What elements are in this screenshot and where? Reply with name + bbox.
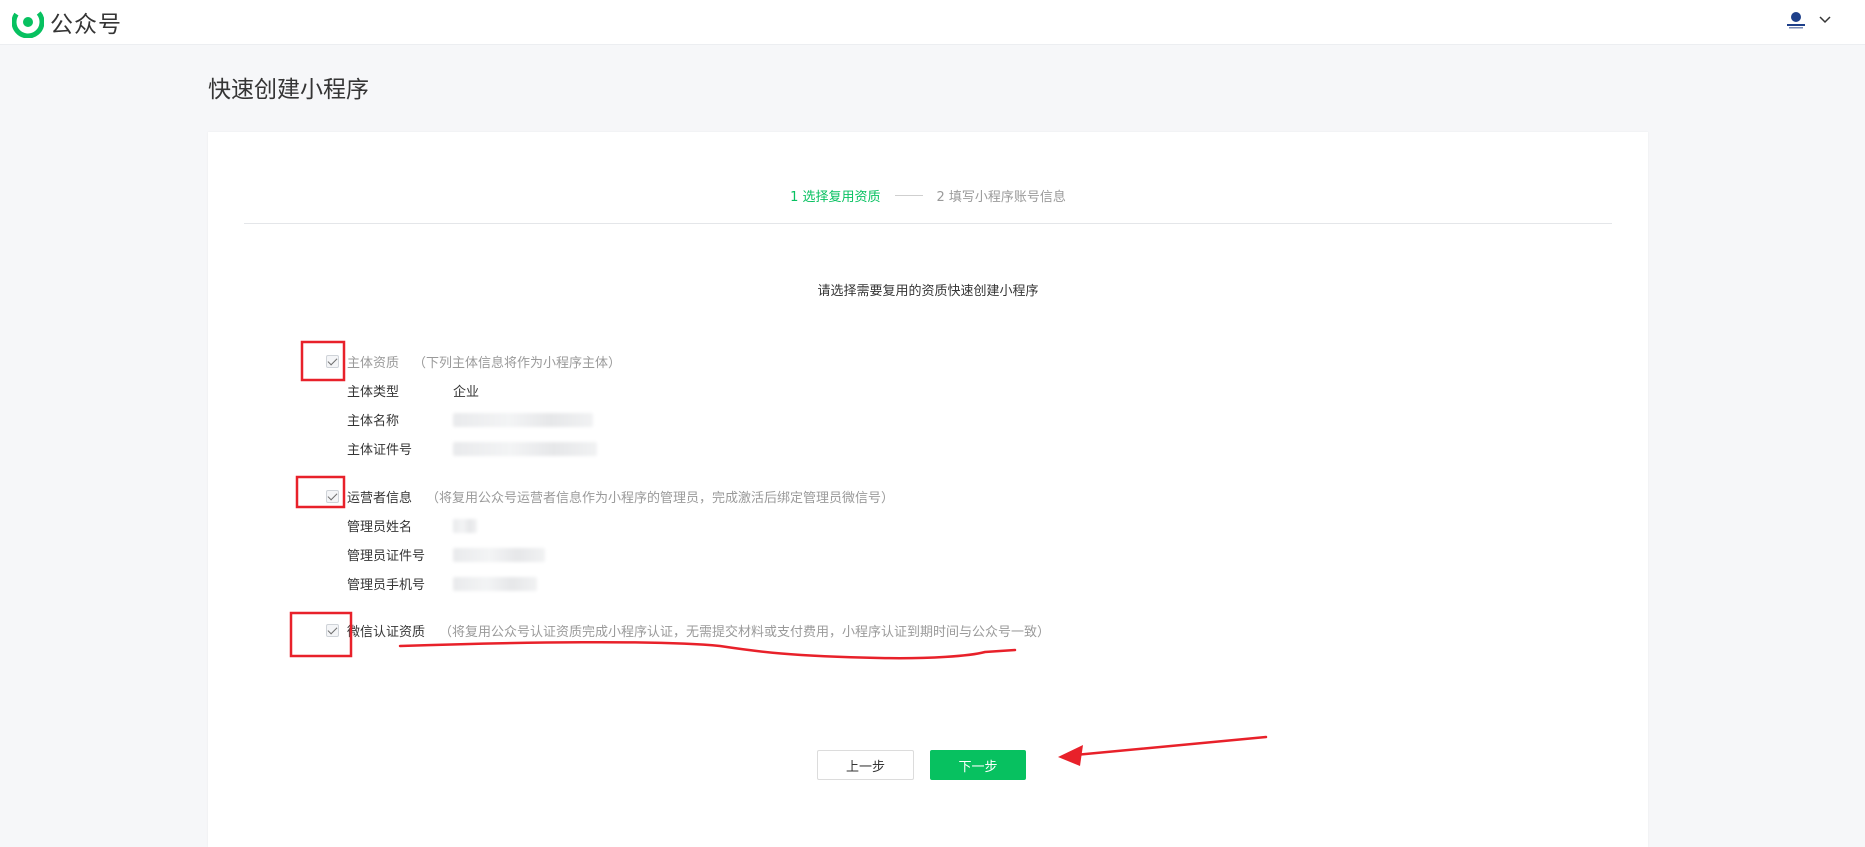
wechat-certification-title: 微信认证资质 <box>347 624 426 640</box>
subject-qualification-section: 主体资质 （下列主体信息将作为小程序主体） 主体类型 企业 主体名称 主体证件号 <box>326 352 621 463</box>
subject-qualification-desc: （下列主体信息将作为小程序主体） <box>413 355 622 371</box>
step-1-label: 1 选择复用资质 <box>790 190 881 205</box>
wechat-certification-section: 微信认证资质 （将复用公众号认证资质完成小程序认证，无需提交材料或支付费用，小程… <box>326 621 1051 640</box>
operator-info-title: 运营者信息 <box>347 490 413 506</box>
instruction-text: 请选择需要复用的资质快速创建小程序 <box>817 284 1039 299</box>
logo[interactable]: 公众号 <box>12 4 122 40</box>
operator-info-rows: 管理员姓名 管理员证件号 管理员手机号 <box>326 511 894 598</box>
subject-id-redacted <box>453 441 597 456</box>
subject-name-label: 主体名称 <box>347 414 400 429</box>
subject-info-rows: 主体类型 企业 主体名称 主体证件号 <box>326 376 621 463</box>
operator-info-section: 运营者信息 （将复用公众号运营者信息作为小程序的管理员，完成激活后绑定管理员微信… <box>326 487 894 598</box>
account-menu[interactable] <box>1785 8 1831 32</box>
admin-name-label: 管理员姓名 <box>347 520 413 535</box>
admin-phone-row: 管理员手机号 <box>326 569 894 598</box>
subject-qualification-checkbox[interactable] <box>326 354 339 368</box>
wechat-certification-header: 微信认证资质 （将复用公众号认证资质完成小程序认证，无需提交材料或支付费用，小程… <box>326 621 1051 640</box>
subject-type-row: 主体类型 企业 <box>326 376 621 405</box>
operator-info-header: 运营者信息 （将复用公众号运营者信息作为小程序的管理员，完成激活后绑定管理员微信… <box>326 487 895 506</box>
subject-qualification-title: 主体资质 <box>347 355 400 371</box>
admin-id-row: 管理员证件号 <box>326 540 894 569</box>
admin-phone-label: 管理员手机号 <box>347 578 426 593</box>
admin-name-redacted <box>453 518 477 533</box>
step-indicator: 1 选择复用资质 2 填写小程序账号信息 <box>208 186 1648 205</box>
step-2-label: 2 填写小程序账号信息 <box>936 190 1066 205</box>
avatar[interactable] <box>1785 9 1807 31</box>
divider <box>244 223 1612 224</box>
subject-type-value: 企业 <box>453 385 480 400</box>
subject-name-redacted <box>453 412 593 427</box>
admin-name-row: 管理员姓名 <box>326 511 894 540</box>
account-avatar-icon <box>1787 12 1805 29</box>
prev-step-button[interactable]: 上一步 <box>817 750 914 780</box>
main-panel: 1 选择复用资质 2 填写小程序账号信息 请选择需要复用的资质快速创建小程序 主… <box>208 132 1648 847</box>
wechat-certification-desc: （将复用公众号认证资质完成小程序认证，无需提交材料或支付费用，小程序认证到期时间… <box>439 624 1051 640</box>
chevron-down-icon[interactable] <box>1819 16 1831 24</box>
admin-id-label: 管理员证件号 <box>347 549 426 564</box>
wechat-certification-checkbox[interactable] <box>326 623 339 637</box>
admin-phone-redacted <box>453 576 537 591</box>
subject-type-label: 主体类型 <box>347 385 400 400</box>
admin-id-redacted <box>453 547 545 562</box>
next-step-button[interactable]: 下一步 <box>930 750 1026 780</box>
operator-info-checkbox[interactable] <box>326 489 339 503</box>
subject-name-row: 主体名称 <box>326 405 621 434</box>
app-title: 公众号 <box>50 12 122 38</box>
subject-id-label: 主体证件号 <box>347 443 413 458</box>
top-bar: 公众号 <box>0 0 1865 45</box>
subject-id-row: 主体证件号 <box>326 434 621 463</box>
page-title: 快速创建小程序 <box>208 77 369 103</box>
operator-info-desc: （将复用公众号运营者信息作为小程序的管理员，完成激活后绑定管理员微信号） <box>426 490 895 506</box>
wechat-official-account-logo-icon <box>12 6 44 38</box>
step-connector <box>894 195 923 196</box>
subject-qualification-header: 主体资质 （下列主体信息将作为小程序主体） <box>326 352 622 371</box>
